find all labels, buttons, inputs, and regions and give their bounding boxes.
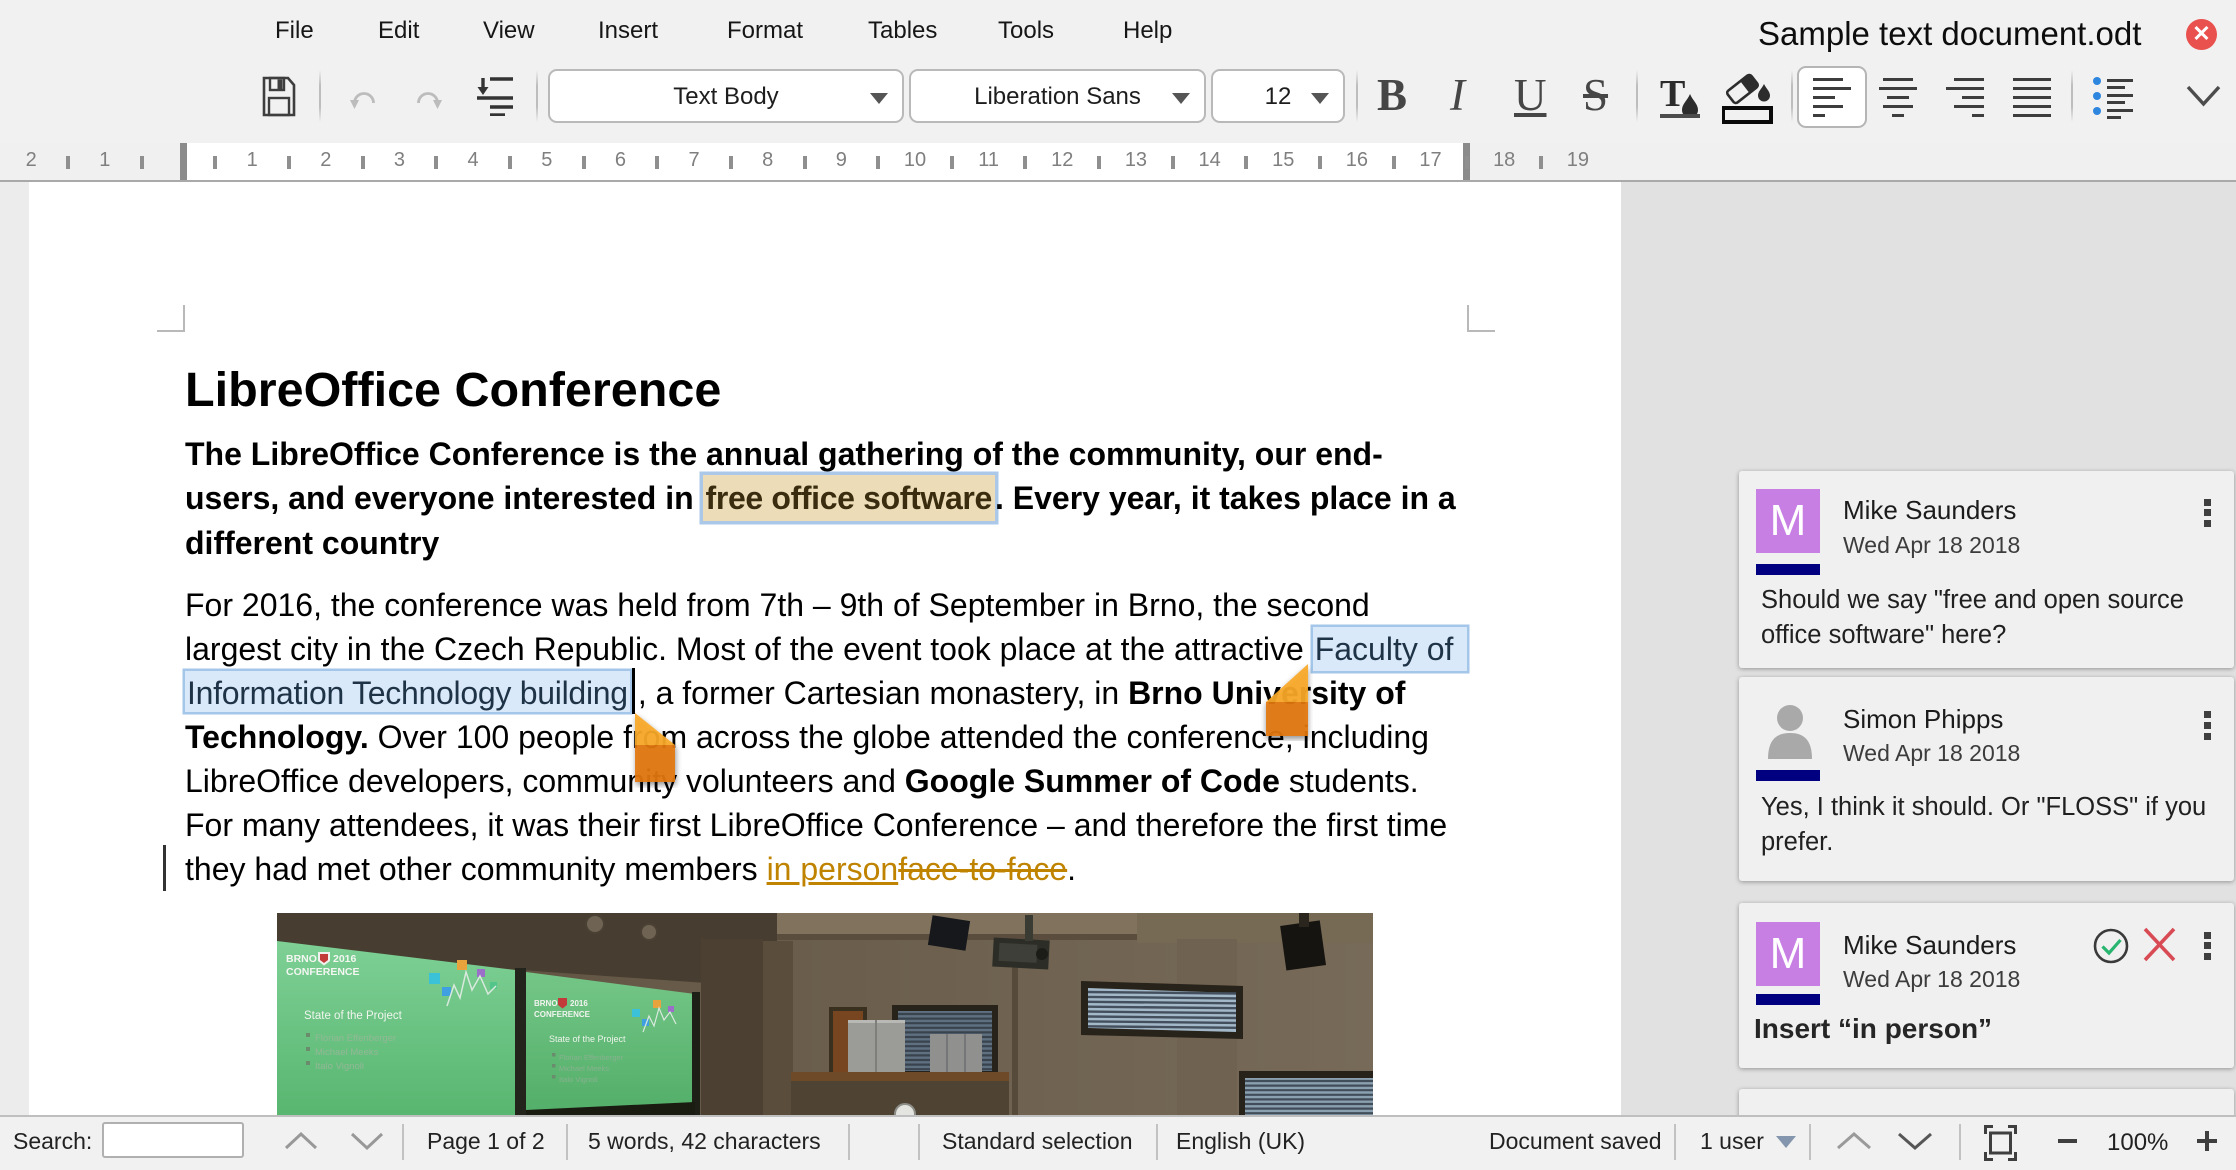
svg-text:Italo Vignoli: Italo Vignoli	[559, 1075, 598, 1084]
svg-text:2016: 2016	[333, 953, 357, 965]
svg-text:Michael Meeks: Michael Meeks	[315, 1047, 379, 1058]
svg-text:CONFERENCE: CONFERENCE	[286, 966, 360, 978]
svg-text:BRNO: BRNO	[286, 953, 317, 965]
svg-text:2016: 2016	[570, 999, 588, 1008]
svg-text:Michael Meeks: Michael Meeks	[559, 1064, 609, 1073]
svg-text:Florian Effenberger: Florian Effenberger	[559, 1053, 624, 1062]
svg-text:Florian Effenberger: Florian Effenberger	[315, 1033, 396, 1044]
svg-text:State of the Project: State of the Project	[549, 1034, 626, 1044]
svg-text:CONFERENCE: CONFERENCE	[534, 1010, 591, 1019]
svg-text:Italo Vignoli: Italo Vignoli	[315, 1061, 364, 1072]
svg-text:BRNO: BRNO	[534, 999, 558, 1008]
svg-text:State of the Project: State of the Project	[304, 1010, 403, 1022]
